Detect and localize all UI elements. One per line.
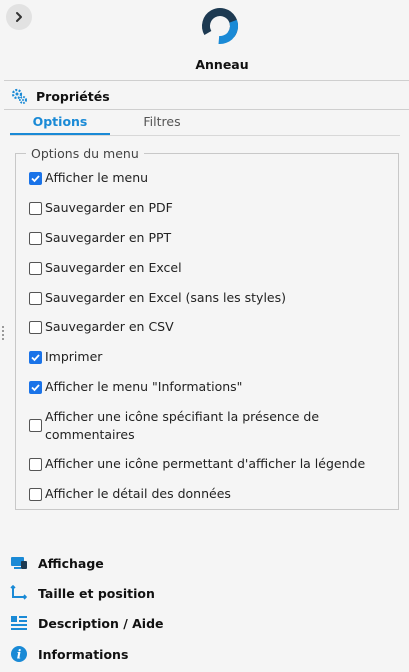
menu-options-legend: Options du menu bbox=[26, 146, 144, 161]
info-icon: i bbox=[11, 646, 27, 662]
display-icon bbox=[11, 557, 27, 569]
option-show-menu[interactable]: Afficher le menu bbox=[29, 170, 149, 187]
option-save-pdf[interactable]: Sauvegarder en PDF bbox=[29, 200, 173, 217]
ring-chart-logo-icon bbox=[202, 8, 238, 44]
tab-bar: Options Filtres bbox=[10, 114, 409, 136]
section-taille-position[interactable]: Taille et position bbox=[10, 585, 155, 601]
checkmark-icon bbox=[31, 354, 40, 362]
checkbox[interactable] bbox=[29, 172, 42, 185]
tab-filtres[interactable]: Filtres bbox=[112, 114, 212, 136]
widget-title: Anneau bbox=[195, 57, 249, 72]
checkbox[interactable] bbox=[29, 321, 42, 334]
section-label: Affichage bbox=[38, 555, 104, 571]
section-description-aide[interactable]: Description / Aide bbox=[10, 615, 164, 631]
option-label: Sauvegarder en Excel (sans les styles) bbox=[45, 290, 286, 305]
option-data-detail[interactable]: Afficher le détail des données bbox=[29, 486, 231, 503]
option-label: Sauvegarder en PDF bbox=[45, 200, 173, 215]
option-save-excel-no-styles[interactable]: Sauvegarder en Excel (sans les styles) bbox=[29, 290, 286, 307]
checkbox[interactable] bbox=[29, 488, 42, 501]
checkbox[interactable] bbox=[29, 381, 42, 394]
svg-text:i: i bbox=[17, 648, 22, 662]
description-icon bbox=[11, 616, 27, 630]
collapse-panel-button[interactable] bbox=[6, 4, 32, 30]
properties-label: Propriétés bbox=[36, 88, 110, 104]
panel-header: Anneau bbox=[0, 0, 409, 80]
option-label: Afficher une icône spécifiant la présenc… bbox=[45, 409, 320, 442]
section-affichage[interactable]: Affichage bbox=[10, 555, 104, 571]
option-label: Afficher le menu bbox=[45, 170, 149, 185]
option-save-csv[interactable]: Sauvegarder en CSV bbox=[29, 319, 174, 336]
option-label: Afficher une icône permettant d'afficher… bbox=[45, 456, 366, 471]
option-comments-icon[interactable]: Afficher une icône spécifiant la présenc… bbox=[29, 409, 345, 444]
option-label: Afficher le menu "Informations" bbox=[45, 379, 243, 394]
option-show-info-menu[interactable]: Afficher le menu "Informations" bbox=[29, 379, 243, 396]
checkbox[interactable] bbox=[29, 262, 42, 275]
option-label: Sauvegarder en Excel bbox=[45, 260, 182, 275]
properties-header: Propriétés bbox=[10, 87, 110, 105]
resize-icon bbox=[10, 585, 28, 600]
section-informations[interactable]: i Informations bbox=[10, 645, 128, 663]
option-label: Sauvegarder en PPT bbox=[45, 230, 172, 245]
option-legend-icon[interactable]: Afficher une icône permettant d'afficher… bbox=[29, 456, 366, 473]
option-label: Afficher le détail des données bbox=[45, 486, 231, 501]
checkmark-icon bbox=[31, 384, 40, 392]
option-save-excel[interactable]: Sauvegarder en Excel bbox=[29, 260, 182, 277]
properties-panel: Anneau Propriétés Options Filtres Option… bbox=[0, 0, 409, 672]
option-label: Imprimer bbox=[45, 349, 103, 364]
divider bbox=[4, 109, 409, 110]
section-label: Description / Aide bbox=[38, 615, 164, 631]
divider bbox=[4, 80, 409, 81]
section-label: Informations bbox=[38, 646, 129, 662]
option-save-ppt[interactable]: Sauvegarder en PPT bbox=[29, 230, 172, 247]
option-label: Sauvegarder en CSV bbox=[45, 319, 174, 334]
checkbox[interactable] bbox=[29, 292, 42, 305]
resize-grip[interactable] bbox=[2, 326, 5, 342]
checkbox[interactable] bbox=[29, 458, 42, 471]
checkbox[interactable] bbox=[29, 419, 42, 432]
section-label: Taille et position bbox=[38, 585, 155, 601]
divider bbox=[10, 135, 400, 136]
checkbox[interactable] bbox=[29, 202, 42, 215]
checkmark-icon bbox=[31, 175, 40, 183]
checkbox[interactable] bbox=[29, 351, 42, 364]
checkbox[interactable] bbox=[29, 232, 42, 245]
gears-icon bbox=[11, 88, 27, 104]
option-print[interactable]: Imprimer bbox=[29, 349, 103, 366]
chevron-right-icon bbox=[16, 12, 22, 22]
